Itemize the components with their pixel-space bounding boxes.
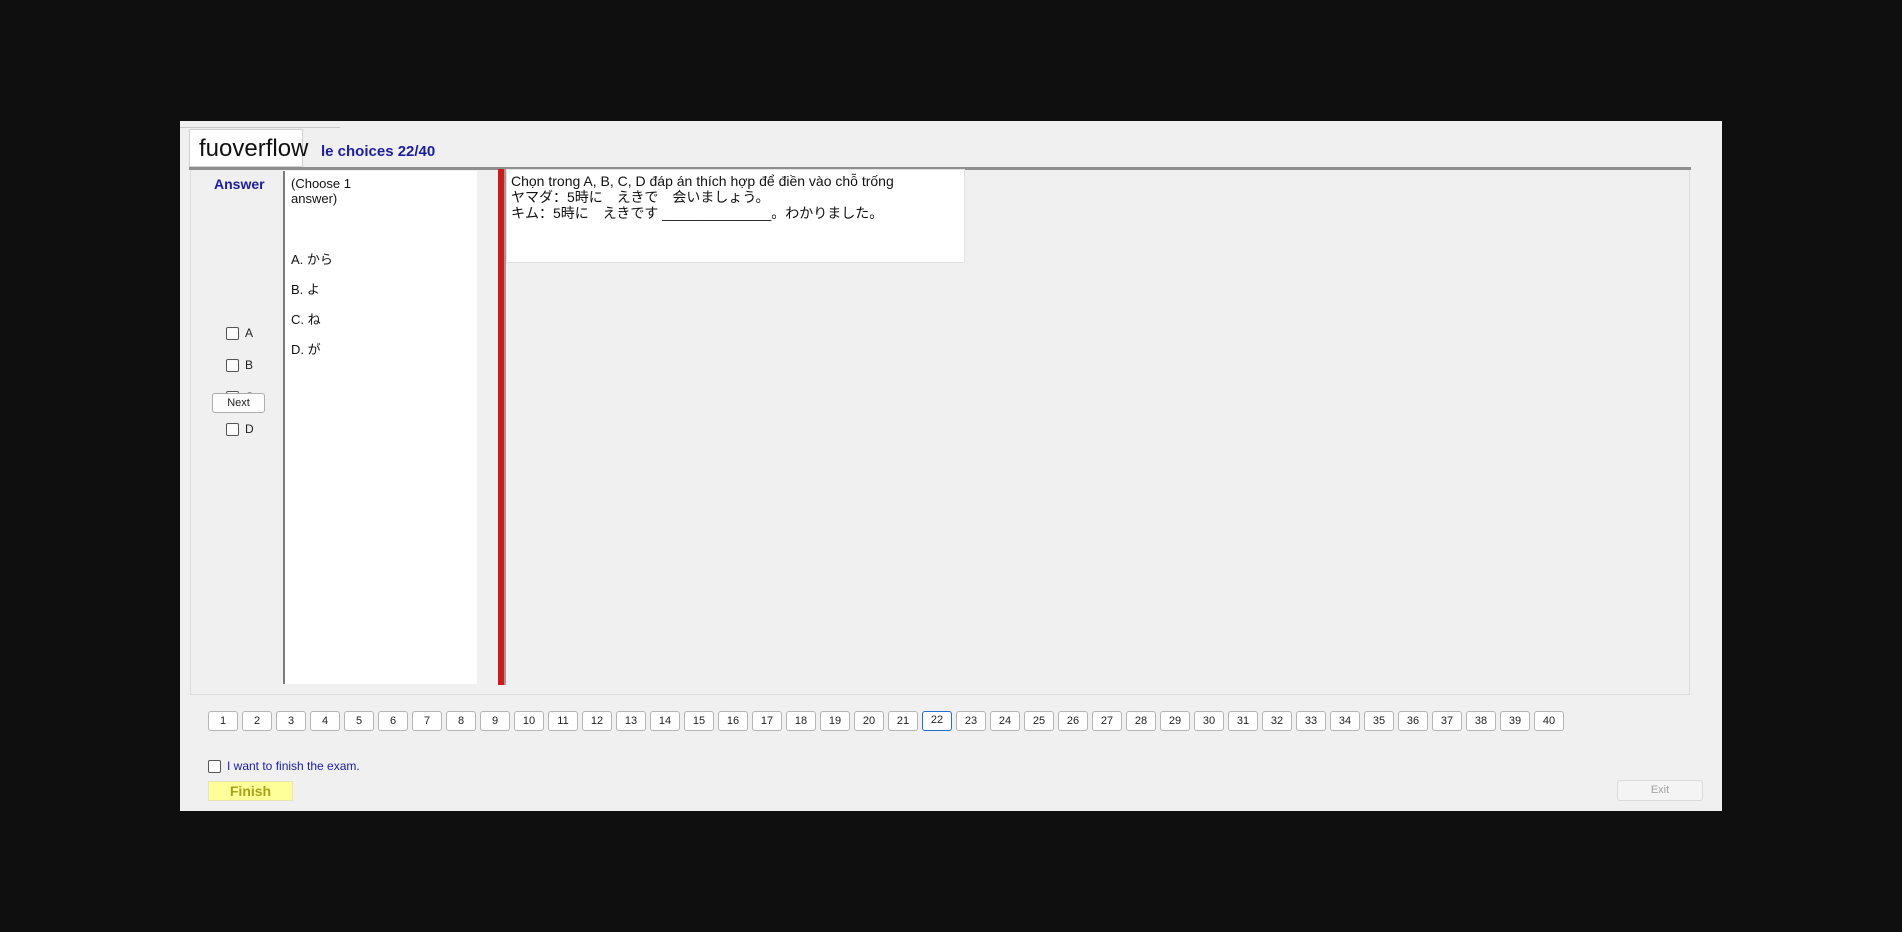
question-box: Chọn trong A, B, C, D đáp án thích hợp đ… — [506, 169, 965, 263]
page-button[interactable]: 12 — [582, 711, 612, 731]
finish-checkbox-label: I want to finish the exam. — [227, 759, 360, 773]
finish-confirm[interactable]: I want to finish the exam. — [208, 759, 360, 773]
answer-title: Answer — [214, 176, 265, 192]
page-button[interactable]: 3 — [276, 711, 306, 731]
choice-a: A. から — [291, 252, 333, 267]
page-button[interactable]: 14 — [650, 711, 680, 731]
page-button[interactable]: 38 — [1466, 711, 1496, 731]
page-button[interactable]: 27 — [1092, 711, 1122, 731]
page-button[interactable]: 22 — [922, 711, 952, 731]
page-button[interactable]: 33 — [1296, 711, 1326, 731]
page-button[interactable]: 15 — [684, 711, 714, 731]
choices-panel: (Choose 1 answer) A. から B. よ C. ね D. が — [285, 171, 477, 684]
page-button[interactable]: 21 — [888, 711, 918, 731]
page-button[interactable]: 9 — [480, 711, 510, 731]
checkbox-b[interactable] — [226, 358, 239, 372]
page-button[interactable]: 29 — [1160, 711, 1190, 731]
page-button[interactable]: 24 — [990, 711, 1020, 731]
page-button[interactable]: 40 — [1534, 711, 1564, 731]
page-button[interactable]: 17 — [752, 711, 782, 731]
answer-option-label: B — [245, 358, 254, 372]
page-button[interactable]: 5 — [344, 711, 374, 731]
page-button[interactable]: 11 — [548, 711, 578, 731]
exam-window: fuoverflow le choices 22/40 Answer A B C… — [180, 121, 1722, 811]
page-button[interactable]: 30 — [1194, 711, 1224, 731]
page-button[interactable]: 25 — [1024, 711, 1054, 731]
question-instruction: Chọn trong A, B, C, D đáp án thích hợp đ… — [511, 173, 894, 189]
page-button[interactable]: 28 — [1126, 711, 1156, 731]
checkbox-d[interactable] — [226, 422, 239, 436]
page-button[interactable]: 32 — [1262, 711, 1292, 731]
choice-b: B. よ — [291, 282, 320, 297]
next-button[interactable]: Next — [212, 393, 265, 413]
page-button[interactable]: 20 — [854, 711, 884, 731]
question-pagination: 1 2 3 4 5 6 7 8 9 10 11 12 13 14 15 16 17 18 19 20 21 22 23 24 2… — [208, 711, 1568, 731]
page-button[interactable]: 39 — [1500, 711, 1530, 731]
question-line: キム：5時に えきです ______________。わかりました。 — [511, 205, 884, 221]
page-button[interactable]: 13 — [616, 711, 646, 731]
page-button[interactable]: 34 — [1330, 711, 1360, 731]
finish-button[interactable]: Finish — [208, 781, 293, 801]
exit-button[interactable]: Exit — [1617, 780, 1703, 801]
page-button[interactable]: 31 — [1228, 711, 1258, 731]
answer-option-label: D — [245, 422, 254, 436]
brand-overlay: fuoverflow — [189, 129, 308, 167]
page-button[interactable]: 26 — [1058, 711, 1088, 731]
page-button[interactable]: 4 — [310, 711, 340, 731]
choice-d: D. が — [291, 342, 321, 357]
tab-strip — [180, 121, 340, 128]
choose-instruction: (Choose 1 answer) — [291, 176, 351, 206]
page-button[interactable]: 10 — [514, 711, 544, 731]
page-button[interactable]: 37 — [1432, 711, 1462, 731]
page-button[interactable]: 35 — [1364, 711, 1394, 731]
page-button[interactable]: 7 — [412, 711, 442, 731]
answer-option-label: A — [245, 326, 254, 340]
question-counter-heading: le choices 22/40 — [321, 143, 436, 160]
answer-option-b[interactable]: B — [226, 356, 253, 374]
question-line: ヤマダ：5時に えきで 会いましょう。 — [511, 189, 770, 205]
page-button[interactable]: 23 — [956, 711, 986, 731]
choice-c: C. ね — [291, 312, 321, 327]
finish-checkbox[interactable] — [208, 759, 221, 773]
answer-option-a[interactable]: A — [226, 324, 253, 342]
page-button[interactable]: 8 — [446, 711, 476, 731]
page-button[interactable]: 16 — [718, 711, 748, 731]
checkbox-a[interactable] — [226, 326, 239, 340]
page-button[interactable]: 2 — [242, 711, 272, 731]
page-button[interactable]: 1 — [208, 711, 238, 731]
page-button[interactable]: 18 — [786, 711, 816, 731]
page-button[interactable]: 6 — [378, 711, 408, 731]
answer-option-d[interactable]: D — [226, 420, 254, 438]
page-button[interactable]: 19 — [820, 711, 850, 731]
page-button[interactable]: 36 — [1398, 711, 1428, 731]
